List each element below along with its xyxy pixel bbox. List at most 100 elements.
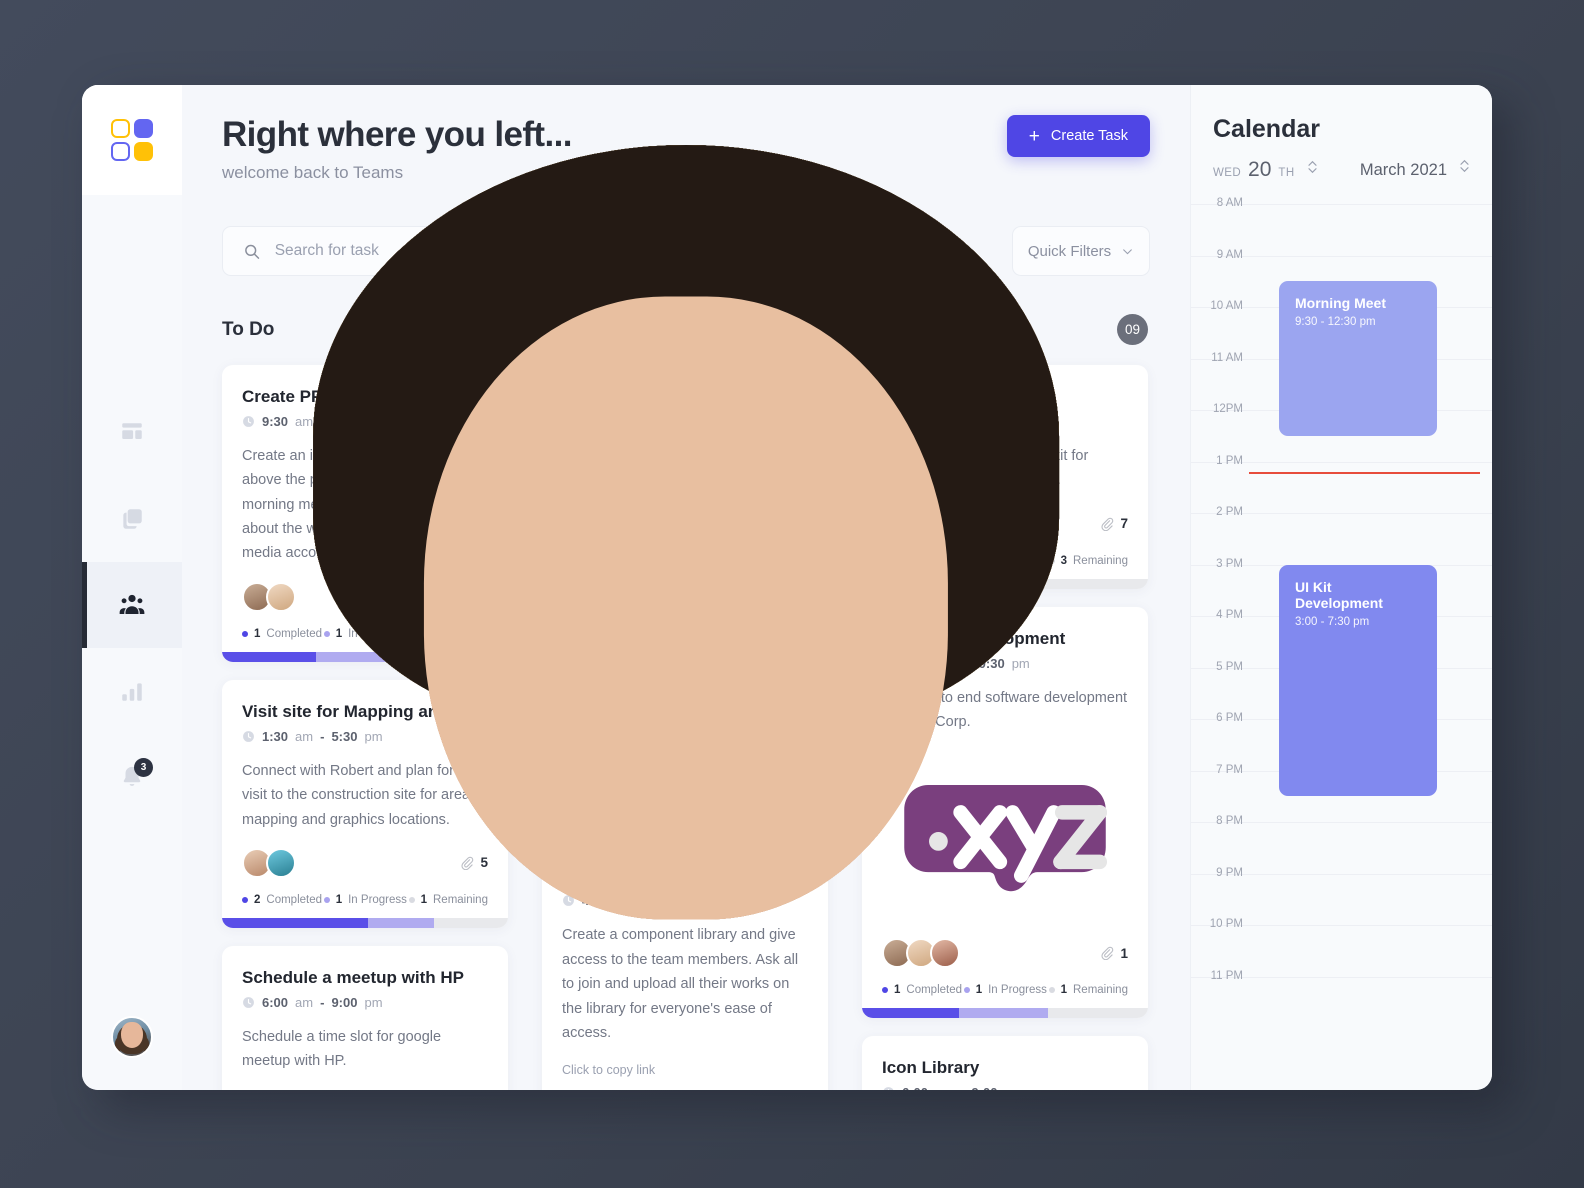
legend-remaining: 1Remaining: [1048, 984, 1128, 996]
user-avatar[interactable]: [111, 1016, 153, 1058]
calendar-hour-row: 8 AM: [1191, 197, 1492, 209]
chevron-down-icon: [1123, 248, 1133, 254]
task-title: Schedule a meetup with HP: [242, 967, 464, 987]
column-title: To Do: [222, 318, 275, 340]
search-icon: [245, 244, 260, 259]
page-title: Right where you left...: [222, 115, 572, 154]
time-start-period: am: [295, 728, 314, 744]
xyz-logo-image: [882, 742, 1128, 923]
notification-badge: 3: [134, 758, 153, 777]
analytics-icon: [122, 683, 142, 701]
calendar-hour-row: 11 PM: [1191, 970, 1492, 982]
time-sep: -: [320, 994, 325, 1010]
kanban-board: To Do 08 Create PPT for AVEVA 9:30 am -: [182, 145, 1190, 1090]
calendar-event-name: Morning Meet: [1295, 295, 1386, 312]
calendar-hour-label: 2 PM: [1216, 506, 1243, 518]
paperclip-icon: [1101, 517, 1114, 531]
attachment-number: 5: [480, 855, 488, 871]
legend-in-progress: 1In Progress: [323, 894, 407, 906]
calendar-month-selector[interactable]: March 2021: [1359, 159, 1470, 180]
calendar-hour-label: 5 PM: [1216, 660, 1243, 673]
assignee-avatar[interactable]: [266, 145, 1059, 920]
assignee-avatars: [242, 145, 1059, 920]
calendar-day-selector[interactable]: WED 20 TH: [1213, 158, 1318, 182]
quick-filters-dropdown[interactable]: Quick Filters: [1012, 226, 1150, 276]
calendar-nav: WED 20 TH March 2021: [1191, 144, 1492, 182]
clock-icon: [243, 996, 254, 1008]
attachment-number: 1: [1120, 945, 1128, 961]
assignee-avatar[interactable]: [266, 145, 1059, 920]
logo-square-bottom-left: [111, 142, 130, 161]
calendar-panel: Calendar WED 20 TH March 2021 8 AM 9 AM 10…: [1190, 85, 1492, 1090]
calendar-hour-label: 9 PM: [1216, 866, 1243, 879]
teams-logo-icon: [111, 119, 153, 161]
calendar-day: 20: [1248, 158, 1272, 181]
time-end: 9:00: [971, 1085, 997, 1090]
attachment-count[interactable]: 1: [1100, 946, 1128, 961]
calendar-hour-label: 4 PM: [1216, 609, 1243, 621]
calendar-hour-row: 9 PM: [1191, 867, 1492, 879]
app-window: 3 Right where you left... welcome back t…: [82, 85, 1492, 1090]
month-stepper-icon[interactable]: [1459, 159, 1470, 173]
calendar-event[interactable]: Morning Meet 9:30 - 12:30 pm: [1279, 281, 1437, 436]
calendar-event[interactable]: UI Kit Development 3:00 - 7:30 pm: [1279, 564, 1437, 797]
task-meta: 5: [242, 145, 1059, 920]
calendar-grid[interactable]: 8 AM 9 AM 10 AM 11 AM 12PM 1 PM 2 PM 3 PM 4 PM 5 …: [1191, 197, 1492, 1034]
calendar-hour-label: 11 PM: [1210, 969, 1243, 982]
sidebar-item-projects[interactable]: [82, 476, 182, 562]
calendar-month-year: March 2021: [1359, 160, 1447, 179]
calendar-hour-label: 11 AM: [1211, 351, 1243, 364]
assignee-avatars: [242, 145, 1059, 920]
calendar-hour-label: 3 PM: [1216, 557, 1243, 570]
attachment-count[interactable]: 5: [460, 855, 488, 870]
calendar-hour-label: 10 AM: [1210, 300, 1243, 312]
title-block: Right where you left... welcome back to …: [222, 115, 572, 183]
card-list: Create UI Kit 1:30 pm - 7:30 pm Create a…: [313, 145, 1148, 1090]
teams-icon: [119, 594, 145, 614]
time-end-period: pm: [364, 994, 383, 1010]
task-card[interactable]: Icon Library 6:00 am - 9:00 pm: [862, 1036, 1148, 1090]
clock-icon: [243, 416, 254, 427]
clock-icon: [243, 730, 254, 742]
attachment-number: 7: [1120, 516, 1128, 532]
column-done: Done 09 Create UI Kit 1:30 pm - 7:30 pm: [313, 145, 1148, 1090]
logo-square-top-left: [111, 119, 130, 138]
calendar-title: Calendar: [1213, 115, 1320, 143]
sidebar-item-notifications[interactable]: 3: [82, 734, 182, 820]
calendar-hour-label: 6 PM: [1216, 712, 1243, 724]
time-sep: -: [320, 728, 325, 744]
sidebar-item-teams[interactable]: [82, 562, 182, 648]
time-end-period: pm: [364, 728, 383, 744]
plus-icon: +: [1028, 125, 1040, 147]
attachment-count[interactable]: 7: [1100, 516, 1128, 531]
calendar-hour-label: 10 PM: [1209, 918, 1243, 930]
calendar-hour-label: 7 PM: [1216, 763, 1243, 776]
calendar-hour-label: 8 AM: [1216, 197, 1243, 209]
time-start: 6:00: [902, 1085, 928, 1090]
calendar-hour-label: 9 AM: [1216, 248, 1243, 261]
calendar-hour-label: 12PM: [1212, 403, 1243, 415]
task-card[interactable]: Software Development 7:30 pm - 10:30 pm …: [313, 145, 1148, 1019]
quick-filters-label: Quick Filters: [1027, 242, 1112, 260]
task-description: Create a component library and give acce…: [562, 927, 799, 1041]
legend-remaining: 1Remaining: [408, 894, 488, 906]
calendar-hour-row: 8 PM: [1191, 815, 1492, 827]
time-start-period: am: [935, 1085, 953, 1090]
time-start: 9:30: [262, 414, 289, 429]
progress-bar: [862, 1008, 1148, 1019]
paperclip-icon: [461, 856, 474, 870]
sidebar-item-analytics[interactable]: [82, 648, 182, 734]
sidebar: 3: [82, 85, 182, 1090]
day-stepper-icon[interactable]: [1307, 160, 1318, 174]
sidebar-item-dashboard[interactable]: [82, 390, 182, 476]
copy-icon: [123, 509, 142, 529]
dashboard-icon: [122, 423, 142, 439]
logo-container[interactable]: [82, 85, 182, 195]
assignee-avatars: [313, 145, 1059, 969]
assignee-avatar[interactable]: [313, 145, 1059, 969]
task-card[interactable]: Schedule a meetup with HP 6:00 am - 9:00…: [222, 945, 508, 1090]
calendar-event-time: 9:30 - 12:30 pm: [1295, 316, 1376, 329]
sidebar-nav: 3: [82, 390, 182, 820]
legend-completed: 2Completed: [242, 894, 322, 906]
create-task-button[interactable]: + Create Task: [1006, 115, 1150, 157]
